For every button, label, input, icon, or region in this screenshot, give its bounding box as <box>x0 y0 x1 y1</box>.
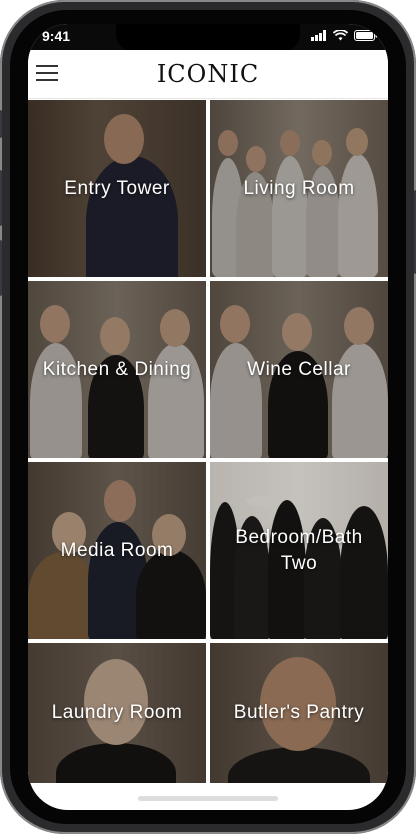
tile-living-room[interactable]: Living Room <box>210 100 388 277</box>
status-time: 9:41 <box>42 28 71 44</box>
tile-laundry-room[interactable]: Laundry Room <box>28 643 206 783</box>
phone-frame: 9:41 ICONIC Entry Tower Living Room Kitc… <box>0 0 416 834</box>
tile-label: Media Room <box>60 539 174 561</box>
tile-label: Living Room <box>243 177 355 199</box>
notch <box>116 24 300 52</box>
tile-label: Wine Cellar <box>247 358 351 380</box>
tile-media-room[interactable]: Media Room <box>28 462 206 639</box>
brand-logo[interactable]: ICONIC <box>28 60 388 88</box>
volume-down-button <box>0 240 2 296</box>
mute-switch <box>0 110 2 138</box>
status-icons <box>311 30 378 41</box>
tile-label: Entry Tower <box>64 177 170 199</box>
tile-butlers-pantry[interactable]: Butler's Pantry <box>210 643 388 783</box>
status-bar: 9:41 <box>28 24 388 52</box>
screen: 9:41 ICONIC Entry Tower Living Room Kitc… <box>28 24 388 810</box>
tile-label: Butler's Pantry <box>233 702 365 723</box>
battery-icon <box>354 30 378 41</box>
app-header: ICONIC <box>28 50 388 99</box>
tile-label: Bedroom/Bath Two <box>235 526 363 574</box>
tile-entry-tower[interactable]: Entry Tower <box>28 100 206 277</box>
signal-icon <box>311 30 326 41</box>
tile-label: Kitchen & Dining <box>42 358 192 380</box>
tile-label: Laundry Room <box>51 702 183 723</box>
volume-up-button <box>0 170 2 226</box>
wifi-icon <box>333 30 348 41</box>
tile-kitchen-dining[interactable]: Kitchen & Dining <box>28 281 206 458</box>
home-indicator[interactable] <box>138 796 278 801</box>
tile-bedroom-bath-two[interactable]: Bedroom/Bath Two <box>210 462 388 639</box>
tile-wine-cellar[interactable]: Wine Cellar <box>210 281 388 458</box>
